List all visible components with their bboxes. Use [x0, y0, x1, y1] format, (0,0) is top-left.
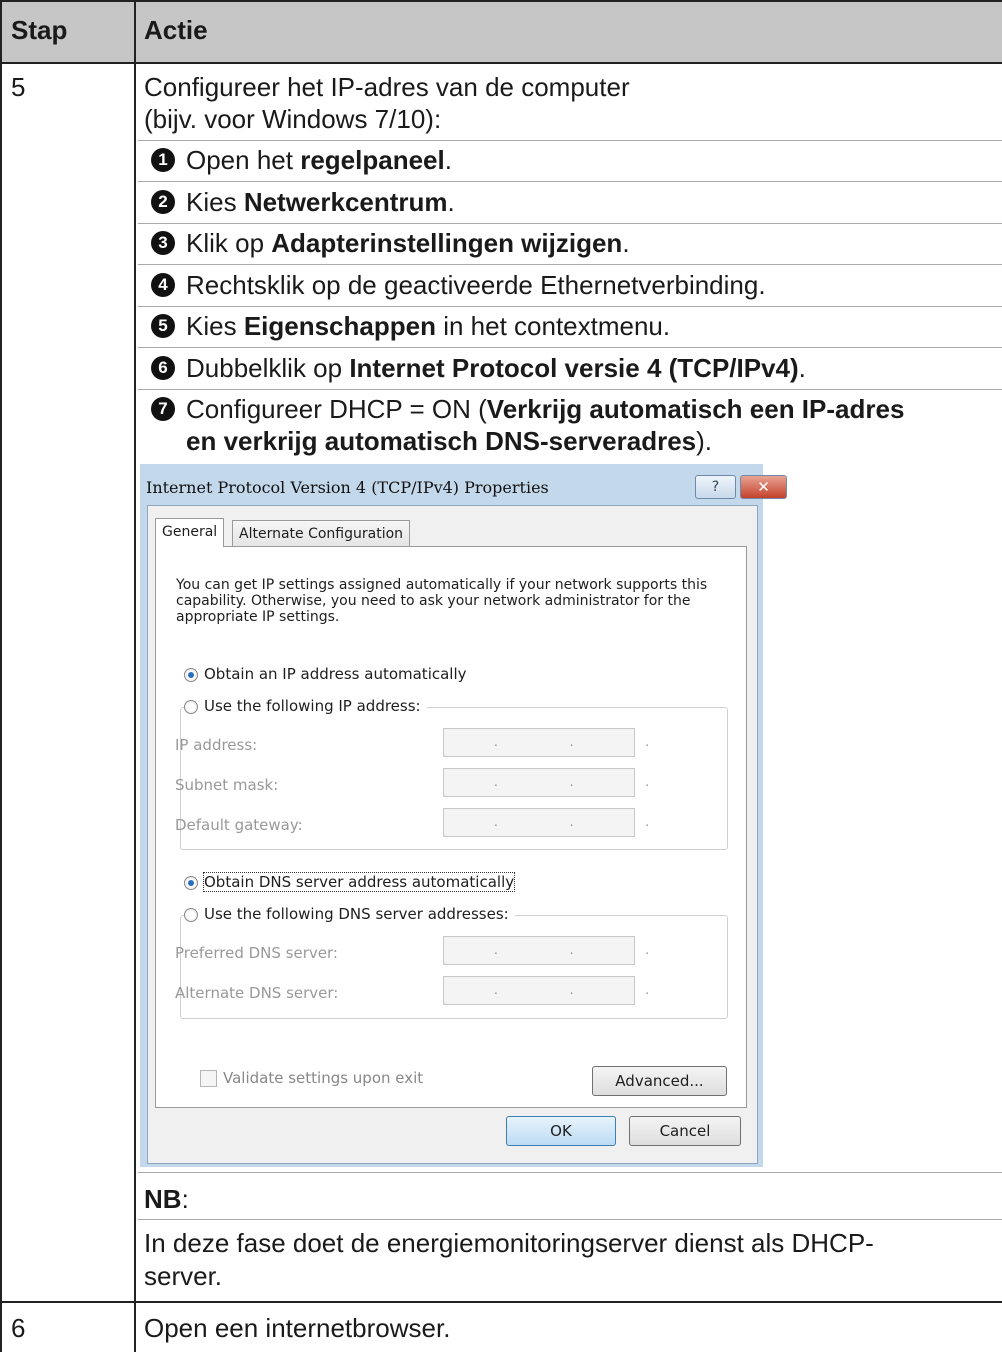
default-gateway-input[interactable]: . . .: [443, 808, 649, 837]
preferred-dns-label: Preferred DNS server:: [175, 944, 338, 962]
bullet-3: 3: [151, 231, 175, 255]
header-step: Stap: [11, 15, 68, 45]
note-line-1: In deze fase doet de energiemonitoringse…: [144, 1228, 874, 1258]
divider: [138, 223, 1002, 224]
table-header-divider: [0, 62, 1002, 64]
radio-unselected-icon[interactable]: [184, 699, 198, 714]
instruction-7-line-2: en verkrijg automatisch DNS-serveradres)…: [186, 426, 713, 456]
tab-general[interactable]: General: [155, 518, 225, 547]
instruction-2: Kies Netwerkcentrum.: [186, 187, 455, 217]
radio-unselected-icon[interactable]: [184, 907, 198, 922]
preferred-dns-input[interactable]: . . .: [443, 936, 649, 965]
bullet-6: 6: [151, 356, 175, 380]
step-number-6: 6: [11, 1313, 26, 1343]
ip-address-label: IP address:: [175, 736, 258, 754]
intro-line-2: (bijv. voor Windows 7/10):: [144, 104, 442, 134]
bullet-7: 7: [151, 397, 175, 421]
obtain-dns-radio-row[interactable]: Obtain DNS server address automatically: [184, 872, 516, 892]
intro-line-1: Configureer het IP-adres van de computer: [144, 72, 630, 102]
radio-selected-icon[interactable]: [184, 667, 198, 682]
step-6-text: Open een internetbrowser.: [144, 1313, 451, 1343]
obtain-ip-radio-row[interactable]: Obtain an IP address automatically: [184, 665, 467, 683]
instruction-table: Stap Actie 5 Configureer het IP-adres va…: [0, 0, 1002, 1352]
cancel-button[interactable]: Cancel: [629, 1116, 741, 1146]
table-border-left: [0, 0, 2, 1352]
bullet-5: 5: [151, 314, 175, 338]
bullet-1: 1: [151, 148, 175, 172]
header-action: Actie: [144, 15, 208, 45]
note-label: NB:: [144, 1184, 189, 1214]
ip-address-input[interactable]: . . .: [443, 728, 649, 757]
divider: [138, 1172, 1002, 1173]
close-button[interactable]: ✕: [740, 475, 787, 499]
checkbox-icon[interactable]: [200, 1070, 217, 1087]
note-line-2: server.: [144, 1261, 223, 1291]
subnet-mask-input[interactable]: . . .: [443, 768, 649, 797]
tab-alternate-configuration[interactable]: Alternate Configuration: [232, 520, 411, 547]
instruction-4: Rechtsklik op de geactiveerde Ethernetve…: [186, 270, 766, 300]
validate-settings-row[interactable]: Validate settings upon exit: [200, 1069, 423, 1087]
divider: [138, 389, 1002, 390]
dialog-title: Internet Protocol Version 4 (TCP/IPv4) P…: [146, 478, 549, 497]
description-text: You can get IP settings assigned automat…: [176, 577, 708, 625]
divider: [138, 1219, 1002, 1220]
use-ip-radio-row[interactable]: Use the following IP address:: [184, 697, 427, 715]
use-ip-label: Use the following IP address:: [204, 697, 421, 715]
tcpip-properties-dialog: Internet Protocol Version 4 (TCP/IPv4) P…: [140, 464, 787, 1167]
instruction-3: Klik op Adapterinstellingen wijzigen.: [186, 228, 630, 258]
instruction-5: Kies Eigenschappen in het contextmenu.: [186, 311, 671, 341]
instruction-6: Dubbelklik op Internet Protocol versie 4…: [186, 353, 806, 383]
table-column-divider: [134, 0, 136, 1352]
subnet-mask-label: Subnet mask:: [175, 776, 279, 794]
obtain-dns-label: Obtain DNS server address automatically: [202, 872, 516, 892]
dialog-body: General Alternate Configuration You can …: [147, 505, 758, 1164]
use-dns-label: Use the following DNS server addresses:: [204, 905, 509, 923]
step-number-5: 5: [11, 72, 26, 102]
help-button[interactable]: ?: [695, 475, 736, 499]
divider: [138, 264, 1002, 265]
use-dns-radio-row[interactable]: Use the following DNS server addresses:: [184, 905, 515, 923]
divider: [138, 347, 1002, 348]
table-row-divider: [0, 1301, 1002, 1303]
default-gateway-label: Default gateway:: [175, 816, 303, 834]
advanced-button[interactable]: Advanced...: [592, 1066, 727, 1096]
ok-button[interactable]: OK: [506, 1116, 616, 1146]
obtain-ip-label: Obtain an IP address automatically: [204, 665, 467, 683]
table-border-top: [0, 0, 1002, 2]
validate-settings-label: Validate settings upon exit: [223, 1069, 424, 1087]
general-tab-panel: You can get IP settings assigned automat…: [155, 546, 747, 1108]
instruction-7-line-1: Configureer DHCP = ON (Verkrijg automati…: [186, 394, 905, 424]
instruction-1: Open het regelpaneel.: [186, 145, 452, 175]
alternate-dns-label: Alternate DNS server:: [175, 984, 339, 1002]
alternate-dns-input[interactable]: . . .: [443, 976, 649, 1005]
divider: [138, 140, 1002, 141]
divider: [138, 181, 1002, 182]
radio-selected-icon[interactable]: [184, 875, 198, 890]
bullet-4: 4: [151, 273, 175, 297]
divider: [138, 306, 1002, 307]
bullet-2: 2: [151, 190, 175, 214]
